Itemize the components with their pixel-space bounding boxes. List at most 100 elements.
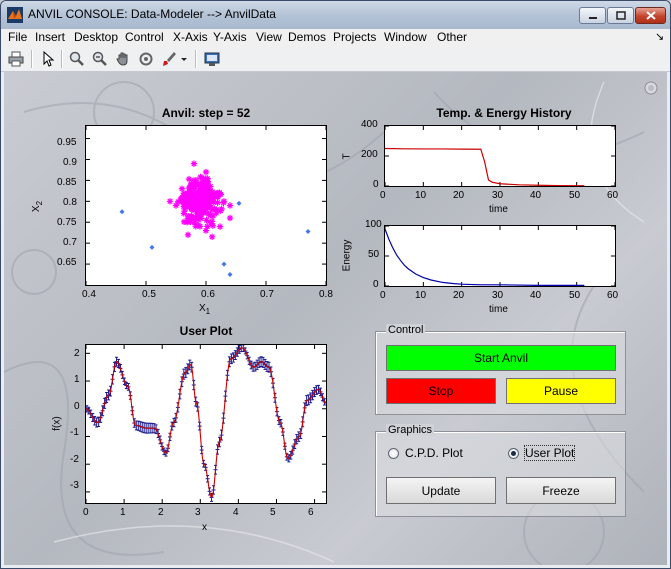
data-brush-button[interactable] [159,49,179,69]
scatter-star-point [208,233,216,240]
start-anvil-label: Start Anvil [473,351,529,365]
scatter-star-point [190,160,198,167]
anvil-scatter-axes[interactable] [85,125,327,286]
menu-insert[interactable]: Insert [35,30,65,44]
cpd-plot-label[interactable]: C.P.D. Plot [405,446,463,460]
user-xtick: 3 [195,507,201,518]
scatter-outlier-point [305,228,311,234]
history-plot-title: Temp. & Energy History [436,106,572,120]
anvil-ytick: 0.95 [57,137,77,148]
user-xlabel: x [202,522,207,533]
menu-corner-arrow-icon[interactable]: ↘ [655,30,664,43]
anvil-ytick: 0.65 [57,257,77,268]
energy-ylabel: Energy [341,239,353,272]
scatter-outlier-point [149,244,155,250]
user-fit-line [86,347,326,499]
temp-xtick: 60 [607,190,619,201]
scatter-star-point [178,185,186,192]
plot-tools-button[interactable] [202,49,222,69]
figure-record-icon[interactable] [644,81,658,95]
stop-label: Stop [428,384,454,398]
energy-line-svg [385,226,615,286]
radio-selected-dot [511,451,516,456]
rotate-icon [139,52,153,66]
temp-line-svg [385,126,615,186]
scatter-star-point [203,217,210,224]
scatter-star-point [202,168,210,176]
pause-label: Pause [543,384,579,398]
data-brush-icon [163,52,176,66]
temp-series-line [385,147,585,186]
anvil-ytick: 0.8 [63,197,77,208]
user-xtick: 2 [158,507,164,518]
energy-axes[interactable] [384,225,616,287]
menu-demos[interactable]: Demos [288,30,326,44]
zoom-out-icon [92,51,107,66]
menu-control[interactable]: Control [125,30,164,44]
rotate-button[interactable] [136,49,156,69]
energy-xlabel: time [489,304,508,315]
scatter-star-point [226,202,234,209]
user-xtick: 1 [120,507,126,518]
user-plot-axes[interactable] [85,344,327,504]
menu-window[interactable]: Window [384,30,427,44]
cpd-plot-radio[interactable] [388,448,399,459]
toolbar-separator [195,50,197,68]
user-plot-radio[interactable] [508,448,519,459]
anvil-scatter-svg [86,126,326,285]
menu-projects[interactable]: Projects [333,30,376,44]
update-button[interactable]: Update [386,477,496,504]
anvil-xlabel: X1 [199,303,211,316]
anvil-ytick: 0.85 [57,177,77,188]
anvil-ytick: 0.75 [57,217,77,228]
menu-view[interactable]: View [256,30,282,44]
user-plot-option-label[interactable]: User Plot [523,445,576,461]
user-ytick: 2 [74,348,80,359]
dropdown-arrow-icon [181,58,187,61]
temp-ytick: 200 [361,149,378,160]
scatter-star-point [216,223,224,230]
app-window: ANVIL CONSOLE: Data-Modeler --> AnvilDat… [0,0,671,569]
menu-x-axis[interactable]: X-Axis [173,30,208,44]
minimize-button[interactable] [579,7,606,24]
menu-y-axis[interactable]: Y-Axis [213,30,247,44]
pointer-button[interactable] [38,49,58,69]
pointer-icon [43,51,55,67]
freeze-label: Freeze [542,483,580,498]
anvil-xtick: 0.6 [201,289,215,300]
temp-axes[interactable] [384,125,616,187]
title-bar[interactable]: ANVIL CONSOLE: Data-Modeler --> AnvilDat… [1,1,670,30]
user-ytick: -1 [70,427,79,438]
start-anvil-button[interactable]: Start Anvil [386,345,616,371]
stop-button[interactable]: Stop [386,378,496,404]
freeze-button[interactable]: Freeze [506,477,616,504]
print-button[interactable] [6,49,26,69]
menu-file[interactable]: File [8,30,27,44]
pan-button[interactable] [113,49,133,69]
user-ytick: 0 [74,401,80,412]
zoom-out-button[interactable] [90,49,110,69]
close-button[interactable] [635,7,666,24]
scatter-star-point [166,198,174,205]
menu-desktop[interactable]: Desktop [74,30,118,44]
temp-xtick: 0 [380,190,386,201]
scatter-cloud-group [166,160,234,240]
scatter-star-point [184,214,192,222]
temp-ylabel: T [341,153,353,160]
user-xtick: 6 [308,507,314,518]
update-label: Update [421,483,461,498]
pan-hand-icon [116,52,128,66]
energy-xtick: 20 [453,290,465,301]
temp-xtick: 10 [415,190,427,201]
energy-ytick: 50 [368,249,380,260]
scatter-outlier-point [221,261,227,267]
temp-xtick: 20 [453,190,465,201]
maximize-button[interactable] [607,7,634,24]
data-brush-dropdown[interactable] [179,49,189,69]
anvil-xtick: 0.7 [260,289,274,300]
temp-xtick: 30 [492,190,504,201]
menu-other[interactable]: Other [437,30,467,44]
pause-button[interactable]: Pause [506,378,616,404]
scatter-star-point [199,193,206,200]
zoom-in-button[interactable] [67,49,87,69]
